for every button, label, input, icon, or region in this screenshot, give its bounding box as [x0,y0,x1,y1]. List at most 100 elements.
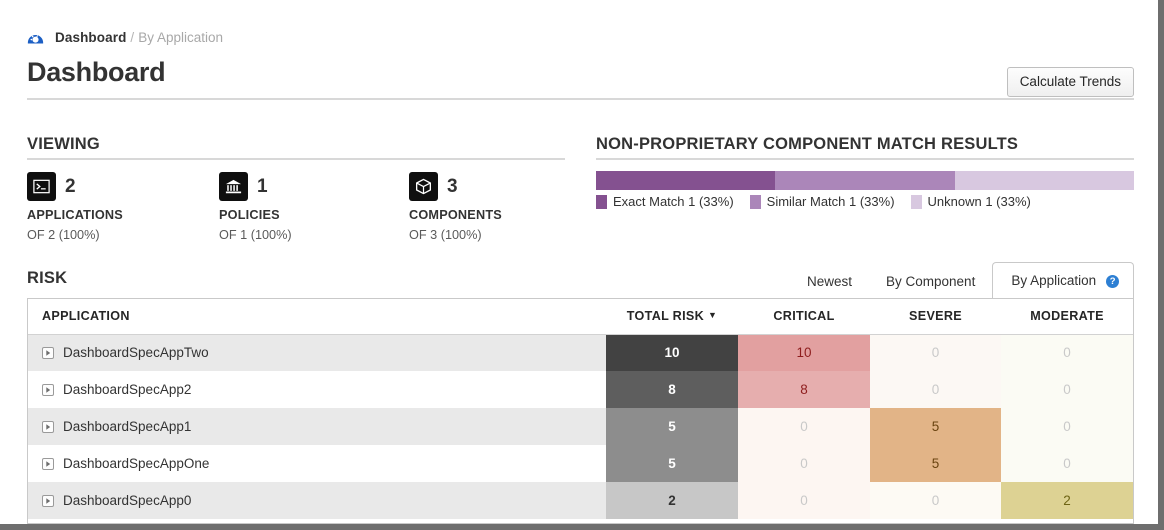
legend-item[interactable]: Exact Match 1 (33%) [596,194,734,209]
cell-moderate[interactable]: 2 [1001,482,1133,519]
help-icon[interactable]: ? [1106,275,1120,288]
expand-row-icon[interactable] [42,346,54,359]
risk-section-title: RISK [27,269,68,287]
match-results-section-title: NON-PROPRIETARY COMPONENT MATCH RESULTS [596,135,1019,153]
stat-sub: OF 1 (100%) [219,228,292,242]
legend-swatch [749,194,761,209]
stat-sub: OF 2 (100%) [27,228,100,242]
stat-value: 2 [65,175,76,197]
legend-swatch [910,194,922,209]
stat-value: 1 [257,175,268,197]
risk-table: APPLICATION TOTAL RISK ▼ CRITICAL SEVERE … [28,299,1133,519]
dashboard-page: Dashboard / By Application Dashboard Cal… [0,0,1158,524]
column-header-moderate[interactable]: MODERATE [1001,299,1133,335]
column-header-total-risk-label: TOTAL RISK [626,309,704,324]
cell-moderate[interactable]: 0 [1001,445,1133,482]
column-header-total-risk[interactable]: TOTAL RISK ▼ [606,299,738,335]
table-row[interactable]: DashboardSpecApp1 5 0 5 0 [28,408,1133,445]
table-header-row: APPLICATION TOTAL RISK ▼ CRITICAL SEVERE … [28,299,1133,335]
tab-label: By Component [886,274,976,289]
calculate-trends-button[interactable]: Calculate Trends [1006,67,1134,97]
bank-icon [219,172,248,201]
cell-critical[interactable]: 0 [738,482,870,519]
application-name: DashboardSpecAppTwo [63,345,209,361]
tab-by-component[interactable]: By Component [869,264,992,298]
table-row[interactable]: DashboardSpecAppTwo 10 10 0 0 [28,334,1133,371]
legend-label: Unknown 1 (33%) [927,194,1031,209]
expand-row-icon[interactable] [42,383,54,396]
cell-moderate[interactable]: 0 [1001,334,1133,371]
cell-severe[interactable]: 0 [870,334,1001,371]
risk-tabs: Newest By Component By Application? [790,262,1135,298]
stat-label: APPLICATIONS [27,208,123,222]
application-name: DashboardSpecApp2 [63,382,192,397]
sort-desc-icon: ▼ [707,310,718,321]
match-results-bar [596,171,1134,190]
cell-moderate[interactable]: 0 [1001,408,1133,445]
breadcrumb-separator: / [130,30,135,45]
tab-label: By Application [1011,273,1097,288]
cell-severe[interactable]: 0 [870,482,1001,519]
page-header: Dashboard Calculate Trends [27,57,1134,100]
stat-applications: 2 APPLICATIONS OF 2 (100%) [27,172,123,242]
page-title: Dashboard [27,57,166,87]
cell-total-risk[interactable]: 10 [606,334,738,371]
application-name: DashboardSpecAppOne [63,456,210,471]
cell-moderate[interactable]: 0 [1001,371,1133,408]
cell-application[interactable]: DashboardSpecApp1 [28,408,606,445]
match-results-legend: Exact Match 1 (33%) Similar Match 1 (33%)… [596,194,1047,209]
breadcrumb-tail: By Application [138,30,223,45]
stat-components: 3 COMPONENTS OF 3 (100%) [409,172,502,242]
breadcrumb-current[interactable]: Dashboard [55,30,126,45]
legend-label: Exact Match 1 (33%) [613,194,734,209]
application-name: DashboardSpecApp0 [63,493,192,508]
expand-row-icon[interactable] [42,494,54,507]
cell-critical[interactable]: 10 [738,334,870,371]
cell-total-risk[interactable]: 8 [606,371,738,408]
column-header-application[interactable]: APPLICATION [28,299,606,335]
cell-severe[interactable]: 5 [870,445,1001,482]
match-segment[interactable] [775,171,955,190]
column-header-severe[interactable]: SEVERE [870,299,1001,335]
breadcrumb: Dashboard / By Application [27,29,223,46]
column-header-critical[interactable]: CRITICAL [738,299,870,335]
match-results-divider [596,158,1134,160]
cube-icon [409,172,438,201]
legend-swatch [596,194,607,209]
cell-application[interactable]: DashboardSpecApp2 [28,371,606,408]
cell-application[interactable]: DashboardSpecApp0 [28,482,606,519]
cell-total-risk[interactable]: 5 [606,445,738,482]
gauge-icon [27,29,55,46]
stat-value: 3 [447,175,458,197]
stat-label: COMPONENTS [409,208,502,222]
stat-policies: 1 POLICIES OF 1 (100%) [219,172,292,242]
cell-severe[interactable]: 0 [870,371,1001,408]
table-row[interactable]: DashboardSpecApp2 8 8 0 0 [28,371,1133,408]
cell-total-risk[interactable]: 5 [606,408,738,445]
tab-by-application[interactable]: By Application? [992,262,1135,298]
cell-critical[interactable]: 0 [738,408,870,445]
terminal-icon [27,172,56,201]
cell-application[interactable]: DashboardSpecAppOne [28,445,606,482]
tab-newest[interactable]: Newest [790,264,869,298]
cell-critical[interactable]: 8 [738,371,870,408]
application-name: DashboardSpecApp1 [63,419,192,434]
risk-table-container: APPLICATION TOTAL RISK ▼ CRITICAL SEVERE … [27,298,1134,524]
cell-application[interactable]: DashboardSpecAppTwo [28,334,606,371]
match-segment[interactable] [596,171,776,190]
legend-item[interactable]: Similar Match 1 (33%) [749,194,895,209]
legend-item[interactable]: Unknown 1 (33%) [910,194,1031,209]
match-segment[interactable] [954,171,1134,190]
tab-label: Newest [807,274,853,289]
table-row[interactable]: DashboardSpecAppOne 5 0 5 0 [28,445,1133,482]
cell-severe[interactable]: 5 [870,408,1001,445]
cell-total-risk[interactable]: 2 [606,482,738,519]
viewing-divider [27,158,565,160]
expand-row-icon[interactable] [42,457,54,470]
stat-sub: OF 3 (100%) [409,228,482,242]
viewing-section-title: VIEWING [27,135,100,153]
cell-critical[interactable]: 0 [738,445,870,482]
table-row[interactable]: DashboardSpecApp0 2 0 0 2 [28,482,1133,519]
stat-label: POLICIES [219,208,280,222]
expand-row-icon[interactable] [42,420,54,433]
